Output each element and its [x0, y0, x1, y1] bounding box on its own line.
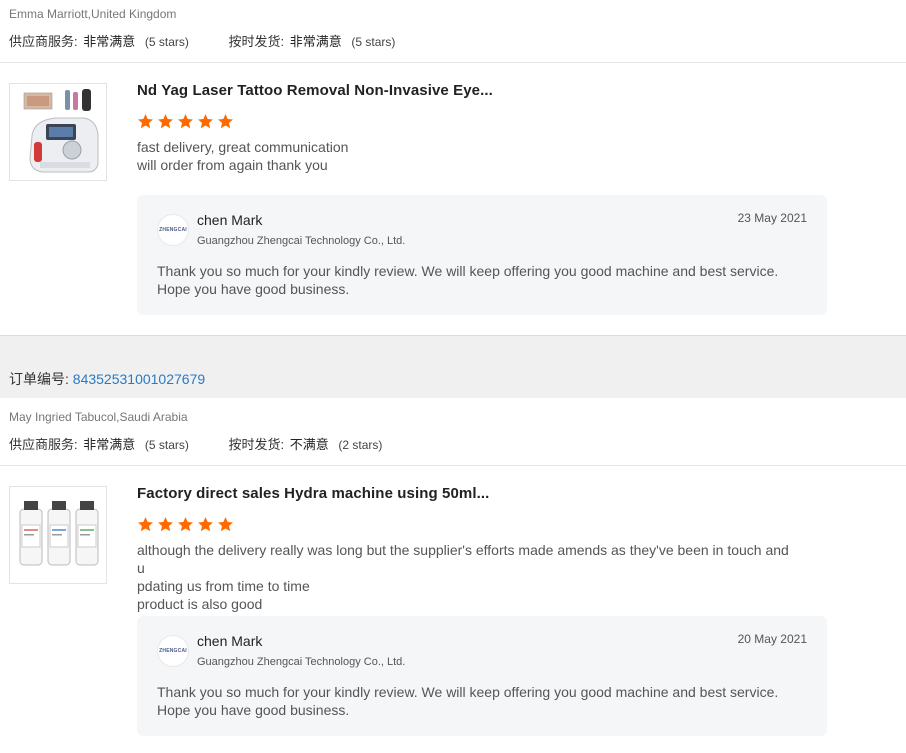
- star-icon: [218, 517, 233, 532]
- reply-company: Guangzhou Zhengcai Technology Co., Ltd.: [197, 235, 406, 247]
- reply-text: Thank you so much for your kindly review…: [157, 684, 779, 718]
- serum-bottles-image: [19, 501, 99, 566]
- rating-value: 非常满意: [83, 34, 136, 49]
- order-number-link[interactable]: 84352531001027679: [73, 371, 205, 387]
- laser-machine-image: [23, 89, 99, 173]
- product-title-link[interactable]: Factory direct sales Hydra machine using…: [137, 485, 489, 502]
- rating-label: 供应商服务:: [9, 34, 78, 49]
- divider: [0, 465, 906, 466]
- buyer-name-country: May Ingried Tabucol,Saudi Arabia: [9, 410, 188, 424]
- star-icon: [198, 517, 213, 532]
- star-icon: [218, 114, 233, 129]
- supplier-reply: ZHENGCAI chen Mark Guangzhou Zhengcai Te…: [137, 195, 827, 315]
- order-number: 订单编号: 84352531001027679: [9, 369, 205, 389]
- review-line: will order from again thank you: [137, 157, 328, 173]
- seller-ratings: 供应商服务: 非常满意 (5 stars) 按时发货: 不满意 (2 stars…: [9, 434, 382, 453]
- review-line: although the delivery really was long bu…: [137, 542, 789, 576]
- review-text: although the delivery really was long bu…: [137, 541, 797, 613]
- star-icon: [138, 114, 153, 129]
- reply-author-name: chen Mark: [197, 633, 263, 649]
- rating-value: 非常满意: [83, 437, 136, 452]
- seller-ratings: 供应商服务: 非常满意 (5 stars) 按时发货: 非常满意 (5 star…: [9, 31, 395, 50]
- review-line: pdating us from time to time: [137, 578, 310, 594]
- avatar: ZHENGCAI: [157, 635, 189, 667]
- product-star-rating: [137, 516, 234, 533]
- buyer-name-country: Emma Marriott,United Kingdom: [9, 7, 177, 21]
- reply-text: Thank you so much for your kindly review…: [157, 263, 779, 297]
- product-thumbnail[interactable]: [9, 83, 107, 181]
- star-icon: [158, 114, 173, 129]
- star-icon: [178, 517, 193, 532]
- review-text: fast delivery, great communication will …: [137, 138, 797, 174]
- rating-stars-text: (5 stars): [351, 35, 396, 49]
- product-title-link[interactable]: Nd Yag Laser Tattoo Removal Non-Invasive…: [137, 82, 493, 99]
- rating-stars-text: (5 stars): [144, 35, 189, 49]
- reply-company: Guangzhou Zhengcai Technology Co., Ltd.: [197, 656, 406, 668]
- star-icon: [178, 114, 193, 129]
- review-line: fast delivery, great communication: [137, 139, 349, 155]
- supplier-reply: ZHENGCAI chen Mark Guangzhou Zhengcai Te…: [137, 616, 827, 736]
- divider: [0, 62, 906, 63]
- rating-value: 不满意: [289, 437, 329, 452]
- star-icon: [138, 517, 153, 532]
- reply-date: 23 May 2021: [737, 211, 807, 225]
- rating-label: 按时发货:: [228, 34, 285, 49]
- product-star-rating: [137, 113, 234, 130]
- reply-date: 20 May 2021: [737, 632, 807, 646]
- order-number-label: 订单编号:: [9, 371, 69, 387]
- product-thumbnail[interactable]: [9, 486, 107, 584]
- reply-author-name: chen Mark: [197, 212, 263, 228]
- avatar: ZHENGCAI: [157, 214, 189, 246]
- rating-label: 供应商服务:: [9, 437, 78, 452]
- order-number-row: 订单编号: 84352531001027679: [0, 356, 906, 398]
- rating-value: 非常满意: [289, 34, 342, 49]
- star-icon: [158, 517, 173, 532]
- review-line: product is also good: [137, 596, 263, 612]
- star-icon: [198, 114, 213, 129]
- rating-label: 按时发货:: [228, 437, 285, 452]
- rating-stars-text: (2 stars): [338, 438, 383, 452]
- rating-stars-text: (5 stars): [144, 438, 189, 452]
